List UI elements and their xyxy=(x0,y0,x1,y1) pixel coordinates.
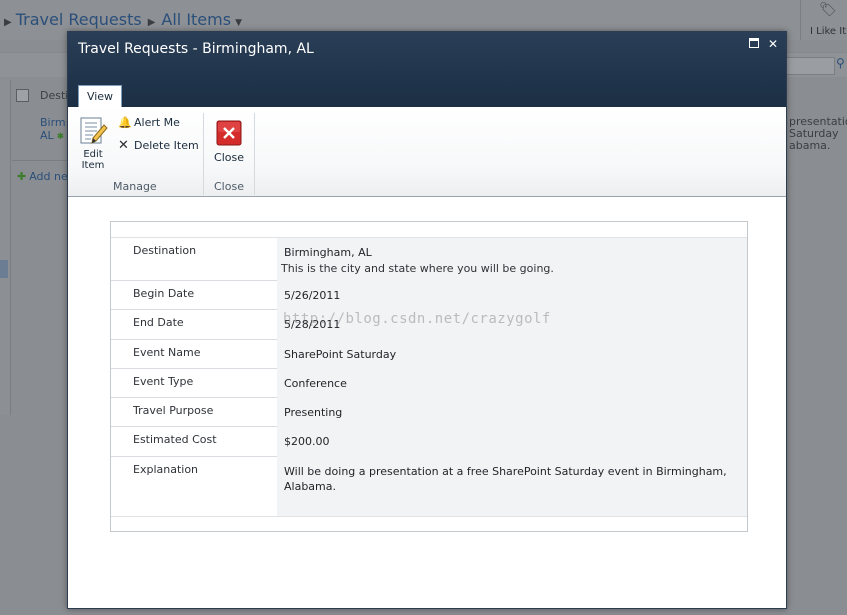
edit-item-label: Edit Item xyxy=(81,149,105,171)
maximize-icon[interactable] xyxy=(747,37,761,51)
list-column-header[interactable]: Desti xyxy=(40,89,68,102)
breadcrumb-view-menu[interactable]: All Items xyxy=(161,10,231,29)
field-value-cell: Presenting xyxy=(277,398,747,428)
field-value: Birmingham, AL xyxy=(284,246,372,259)
field-value-cell: Birmingham, AL This is the city and stat… xyxy=(277,238,747,282)
watermark-text: http://blog.csdn.net/crazygolf xyxy=(283,311,551,327)
field-description: This is the city and state where you wil… xyxy=(281,262,554,275)
close-red-icon xyxy=(216,120,242,146)
field-value: Conference xyxy=(284,377,347,390)
field-row-event-type: Event Type Conference xyxy=(111,369,747,399)
list-item-overflow-text: presentatio Saturday abama. xyxy=(789,115,847,152)
search-icon[interactable]: ⚲ xyxy=(836,56,845,70)
tab-view[interactable]: View xyxy=(78,85,122,108)
ribbon-group-divider xyxy=(203,113,204,195)
plus-icon: ✚ xyxy=(17,170,27,183)
list-item-line-2: AL ✱ xyxy=(40,129,65,142)
breadcrumb-site-link[interactable]: Travel Requests xyxy=(16,10,142,29)
field-label: Travel Purpose xyxy=(133,404,214,417)
form-bottom-toolbar xyxy=(111,516,747,532)
item-properties-form: Destination Birmingham, AL This is the c… xyxy=(110,221,748,532)
breadcrumb-arrow-icon: ▶ xyxy=(4,17,12,28)
edit-item-button[interactable]: Edit Item xyxy=(75,115,111,171)
bell-icon: 🔔 xyxy=(118,116,132,129)
field-label: Explanation xyxy=(133,463,199,476)
field-row-begin-date: Begin Date 5/26/2011 xyxy=(111,281,747,311)
chevron-down-icon[interactable]: ▼ xyxy=(235,18,242,28)
tag-icon: 🏷 xyxy=(819,2,837,18)
ribbon-group-divider xyxy=(254,113,255,195)
field-value-cell: Conference xyxy=(277,369,747,399)
select-all-checkbox[interactable] xyxy=(16,89,29,102)
field-row-event-name: Event Name SharePoint Saturday xyxy=(111,340,747,370)
field-value: $200.00 xyxy=(284,435,330,448)
field-row-explanation: Explanation Will be doing a presentation… xyxy=(111,457,747,516)
field-label: Event Type xyxy=(133,375,194,388)
dialog-title: Travel Requests - Birmingham, AL xyxy=(78,41,314,57)
close-dialog-button[interactable]: Close xyxy=(211,120,247,163)
field-value-cell: 5/26/2011 xyxy=(277,281,747,311)
list-item[interactable]: Birm AL ✱ xyxy=(40,116,66,144)
field-label: End Date xyxy=(133,316,184,329)
field-label: Destination xyxy=(133,244,197,257)
close-icon[interactable]: ✕ xyxy=(766,37,780,51)
like-it-button[interactable]: 🏷 I Like It xyxy=(800,0,847,40)
dialog-titlebar: Travel Requests - Birmingham, AL ✕ View xyxy=(68,32,786,108)
field-row-travel-purpose: Travel Purpose Presenting xyxy=(111,398,747,428)
field-value-cell: Will be doing a presentation at a free S… xyxy=(277,457,747,516)
like-it-label: I Like It xyxy=(810,26,847,37)
field-value: Presenting xyxy=(284,406,343,419)
new-item-icon: ✱ xyxy=(56,132,65,142)
field-value: SharePoint Saturday xyxy=(284,348,397,361)
field-value: Will be doing a presentation at a free S… xyxy=(284,465,727,493)
list-item-line-1: Birm xyxy=(40,116,66,129)
close-button-label: Close xyxy=(214,151,244,164)
field-row-estimated-cost: Estimated Cost $200.00 xyxy=(111,427,747,458)
field-label: Begin Date xyxy=(133,287,195,300)
field-value-cell: $200.00 xyxy=(277,427,747,458)
ribbon: Edit Item 🔔 Alert Me ✕ Delete Item Manage … xyxy=(68,107,786,197)
add-new-item-link[interactable]: ✚ Add ne xyxy=(17,170,68,183)
ribbon-group-close-label: Close xyxy=(214,180,244,193)
form-top-toolbar xyxy=(111,222,747,238)
quick-launch-panel xyxy=(0,80,11,415)
view-item-dialog: Travel Requests - Birmingham, AL ✕ View … xyxy=(67,31,787,609)
field-row-destination: Destination Birmingham, AL This is the c… xyxy=(111,238,747,282)
quick-launch-selected-marker xyxy=(0,260,8,278)
field-value: 5/26/2011 xyxy=(284,289,341,302)
field-value-cell: SharePoint Saturday xyxy=(277,340,747,370)
alert-me-button[interactable]: 🔔 Alert Me xyxy=(118,116,180,129)
breadcrumb-separator-icon: ▶ xyxy=(147,17,156,28)
breadcrumb: ▶ Travel Requests ▶ All Items ▼ xyxy=(4,10,242,29)
ribbon-group-manage-label: Manage xyxy=(113,180,157,193)
delete-x-icon: ✕ xyxy=(118,138,129,153)
search-input[interactable] xyxy=(785,57,835,75)
edit-document-icon xyxy=(80,117,108,144)
list-divider xyxy=(12,160,70,161)
field-label: Event Name xyxy=(133,346,201,359)
delete-item-button[interactable]: ✕ Delete Item xyxy=(118,138,199,153)
field-label: Estimated Cost xyxy=(133,433,217,446)
